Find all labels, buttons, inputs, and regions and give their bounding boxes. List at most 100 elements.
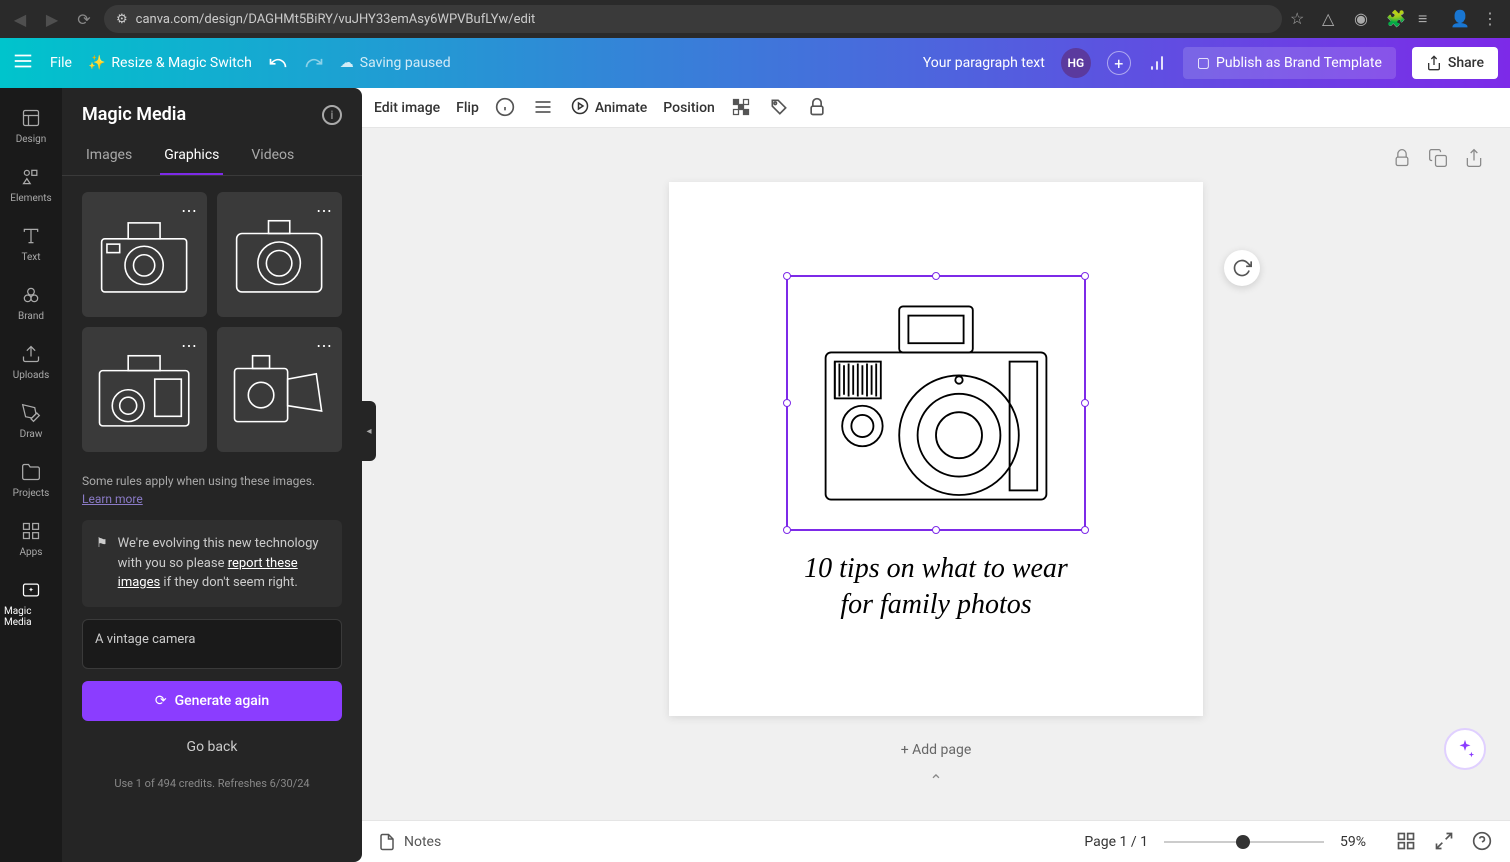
nav-back-button[interactable]: ◀ bbox=[8, 7, 32, 31]
rail-apps[interactable]: Apps bbox=[0, 509, 62, 568]
redo-button[interactable] bbox=[304, 53, 324, 73]
reading-list-icon[interactable]: ≡ bbox=[1418, 9, 1438, 29]
url-text: canva.com/design/DAGHMt5BiRY/vuJHY33emAs… bbox=[136, 12, 536, 27]
magic-fab-button[interactable] bbox=[1444, 728, 1486, 770]
file-menu-button[interactable]: File bbox=[50, 55, 72, 71]
canvas-page[interactable]: 10 tips on what to wear for family photo… bbox=[669, 182, 1203, 716]
browser-chrome: ◀ ▶ ⟳ ⚙ canva.com/design/DAGHMt5BiRY/vuJ… bbox=[0, 0, 1510, 38]
share-button[interactable]: Share bbox=[1412, 47, 1498, 79]
tab-images[interactable]: Images bbox=[82, 137, 136, 175]
draw-icon bbox=[19, 401, 43, 425]
export-page-icon[interactable] bbox=[1464, 148, 1490, 174]
zoom-slider-thumb[interactable] bbox=[1236, 835, 1250, 849]
page-lock-icon[interactable] bbox=[1392, 148, 1418, 174]
profile-avatar-icon[interactable]: 👤 bbox=[1450, 9, 1470, 29]
resize-button[interactable]: ✨ Resize & Magic Switch bbox=[88, 55, 252, 71]
animate-button[interactable]: Animate bbox=[571, 97, 647, 119]
menu-hamburger-icon[interactable] bbox=[12, 50, 34, 76]
browser-menu-icon[interactable]: ⋮ bbox=[1482, 9, 1502, 29]
uploads-icon bbox=[19, 342, 43, 366]
selected-camera-image[interactable] bbox=[786, 275, 1086, 531]
rail-draw[interactable]: Draw bbox=[0, 391, 62, 450]
extensions-icon[interactable]: 🧩 bbox=[1386, 9, 1406, 29]
tab-graphics[interactable]: Graphics bbox=[160, 137, 223, 175]
rail-design[interactable]: Design bbox=[0, 96, 62, 155]
fullscreen-icon[interactable] bbox=[1434, 831, 1456, 853]
add-page-button[interactable]: + Add page bbox=[881, 734, 992, 766]
drive-extension-icon[interactable]: △ bbox=[1322, 9, 1342, 29]
nav-forward-button[interactable]: ▶ bbox=[40, 7, 64, 31]
tab-videos[interactable]: Videos bbox=[247, 137, 298, 175]
canvas-text[interactable]: 10 tips on what to wear for family photo… bbox=[804, 551, 1068, 624]
rail-text[interactable]: Text bbox=[0, 214, 62, 273]
rail-magic-media[interactable]: Magic Media bbox=[0, 568, 62, 638]
generate-again-button[interactable]: ⟳ Generate again bbox=[82, 681, 342, 721]
bookmark-star-icon[interactable]: ☆ bbox=[1290, 9, 1310, 29]
resize-handle[interactable] bbox=[932, 272, 940, 280]
rail-uploads[interactable]: Uploads bbox=[0, 332, 62, 391]
position-button[interactable]: Position bbox=[663, 100, 715, 116]
thumb-menu-icon[interactable]: ⋯ bbox=[312, 198, 336, 222]
results-grid: ⋯ ⋯ ⋯ ⋯ bbox=[62, 176, 362, 468]
resize-handle[interactable] bbox=[1081, 272, 1089, 280]
help-icon[interactable] bbox=[1472, 831, 1494, 853]
info-circle-icon[interactable] bbox=[495, 97, 517, 119]
app-header: File ✨ Resize & Magic Switch ☁ Saving pa… bbox=[0, 38, 1510, 88]
flip-button[interactable]: Flip bbox=[456, 100, 479, 116]
go-back-button[interactable]: Go back bbox=[82, 729, 342, 765]
resize-handle[interactable] bbox=[1081, 399, 1089, 407]
thumb-menu-icon[interactable]: ⋯ bbox=[177, 333, 201, 357]
undo-button[interactable] bbox=[268, 53, 288, 73]
projects-icon bbox=[19, 460, 43, 484]
edit-image-button[interactable]: Edit image bbox=[374, 100, 440, 116]
panel-info-icon[interactable]: i bbox=[322, 105, 342, 125]
add-collaborator-button[interactable]: + bbox=[1107, 51, 1131, 75]
camera-sketch-icon bbox=[226, 346, 332, 434]
lock-icon[interactable] bbox=[807, 97, 829, 119]
panel-collapse-handle[interactable]: ◂ bbox=[362, 401, 376, 461]
zoom-slider[interactable] bbox=[1164, 841, 1324, 843]
prompt-input[interactable]: A vintage camera bbox=[82, 619, 342, 669]
thumb-menu-icon[interactable]: ⋯ bbox=[177, 198, 201, 222]
result-thumb-2[interactable]: ⋯ bbox=[217, 192, 342, 317]
resize-handle[interactable] bbox=[783, 272, 791, 280]
publish-button[interactable]: ▢ Publish as Brand Template bbox=[1183, 47, 1396, 79]
rail-elements[interactable]: Elements bbox=[0, 155, 62, 214]
page-indicator[interactable]: Page 1 / 1 bbox=[1084, 834, 1148, 850]
thumb-menu-icon[interactable]: ⋯ bbox=[312, 333, 336, 357]
document-title[interactable]: Your paragraph text bbox=[923, 55, 1045, 71]
template-icon: ▢ bbox=[1197, 55, 1210, 71]
regenerate-floating-button[interactable] bbox=[1224, 250, 1260, 286]
site-settings-icon[interactable]: ⚙ bbox=[116, 12, 128, 27]
cloud-icon: ☁ bbox=[340, 55, 354, 71]
page-collapse-handle[interactable]: ⌃ bbox=[929, 771, 942, 790]
resize-handle[interactable] bbox=[783, 399, 791, 407]
rail-projects[interactable]: Projects bbox=[0, 450, 62, 509]
design-icon bbox=[19, 106, 43, 130]
grid-view-icon[interactable] bbox=[1396, 831, 1418, 853]
credits-text: Use 1 of 494 credits. Refreshes 6/30/24 bbox=[62, 773, 362, 800]
lines-icon[interactable] bbox=[533, 97, 555, 119]
result-thumb-3[interactable]: ⋯ bbox=[82, 327, 207, 452]
refresh-icon: ⟳ bbox=[155, 693, 167, 709]
resize-handle[interactable] bbox=[1081, 526, 1089, 534]
grammarly-extension-icon[interactable]: ◉ bbox=[1354, 9, 1374, 29]
resize-handle[interactable] bbox=[783, 526, 791, 534]
zoom-percent[interactable]: 59% bbox=[1340, 834, 1380, 850]
duplicate-page-icon[interactable] bbox=[1428, 148, 1454, 174]
result-thumb-1[interactable]: ⋯ bbox=[82, 192, 207, 317]
learn-more-link[interactable]: Learn more bbox=[82, 492, 143, 506]
rail-brand[interactable]: Brand bbox=[0, 273, 62, 332]
result-thumb-4[interactable]: ⋯ bbox=[217, 327, 342, 452]
analytics-button[interactable] bbox=[1147, 53, 1167, 73]
notes-button[interactable]: Notes bbox=[378, 833, 441, 851]
url-bar[interactable]: ⚙ canva.com/design/DAGHMt5BiRY/vuJHY33em… bbox=[104, 5, 1282, 33]
animate-icon bbox=[571, 97, 589, 119]
canvas-viewport[interactable]: 10 tips on what to wear for family photo… bbox=[362, 128, 1510, 820]
copy-style-icon[interactable] bbox=[769, 97, 791, 119]
magic-media-icon bbox=[19, 578, 43, 602]
transparency-icon[interactable] bbox=[731, 97, 753, 119]
nav-reload-button[interactable]: ⟳ bbox=[72, 7, 96, 31]
user-avatar[interactable]: HG bbox=[1061, 48, 1091, 78]
resize-handle[interactable] bbox=[932, 526, 940, 534]
